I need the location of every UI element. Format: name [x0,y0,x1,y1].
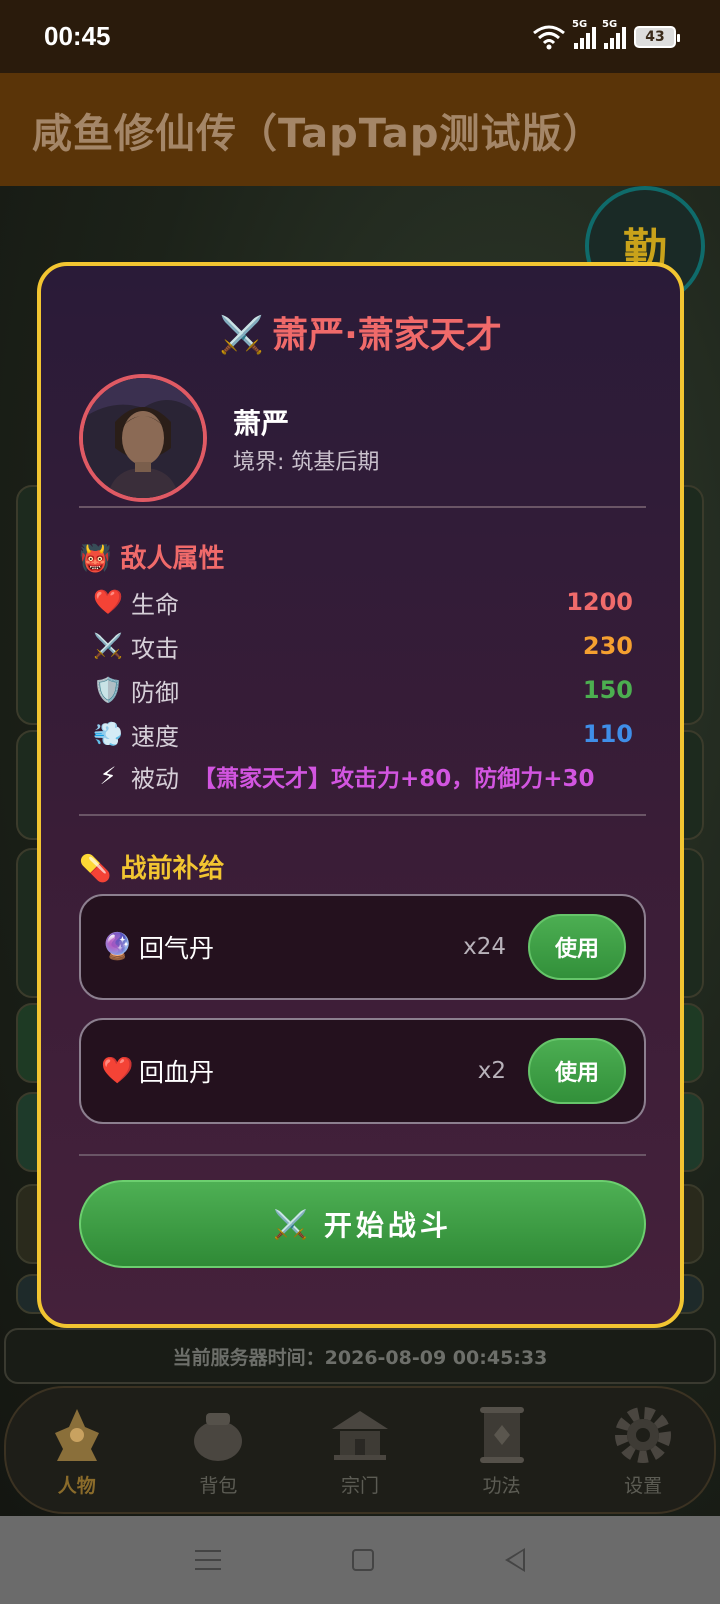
lightning-icon: ⚡ [99,762,117,790]
sect-icon [328,1403,392,1467]
enemy-name: 萧严 [233,407,290,440]
passive-skill-row: ⚡ 被动 【萧家天才】攻击力+80，防御力+30 [93,756,653,796]
cellular-signal-icon: 5G [572,19,596,49]
realm-label: 境界: [233,450,292,475]
network-type-label: 5G [602,18,618,30]
section-title-text: 敌人属性 [120,544,225,574]
character-icon [45,1403,109,1467]
stat-row-hp: ❤️ 生命 1200 [93,582,633,622]
pill-icon: 💊 [79,854,112,884]
stat-left: ❤️ 生命 [93,585,179,620]
crystal-ball-icon: 🔮 [101,932,134,962]
use-button[interactable]: 使用 [528,914,626,980]
stat-row-attack: ⚔️ 攻击 230 [93,626,633,666]
item-count: x2 [477,1058,506,1084]
nav-label: 背包 [199,1475,238,1497]
wind-icon: 💨 [93,720,123,748]
cellular-signal-icon: 5G [602,19,626,49]
use-button[interactable]: 使用 [528,1038,626,1104]
stat-label: 攻击 [131,634,179,663]
scroll-icon [470,1403,534,1467]
crossed-swords-icon: ⚔️ [93,632,123,660]
enemy-stats-title: 👹 敌人属性 [79,538,224,575]
nav-label: 功法 [482,1475,521,1497]
enemy-avatar [79,374,207,502]
stat-value: 150 [582,676,633,704]
nav-label: 宗门 [340,1475,379,1497]
modal-title: ⚔️ 萧严·萧家天才 [41,306,680,358]
server-time-bar: 当前服务器时间：2026-08-09 00:45:33 [4,1328,716,1384]
home-icon[interactable] [351,1549,374,1571]
crossed-swords-icon: ⚔️ [273,1207,312,1241]
system-icons: 5G 5G 43 [532,19,680,50]
gear-icon [611,1403,675,1467]
app-header: 咸鱼修仙传（TapTap测试版） [0,73,720,186]
stat-row-speed: 💨 速度 110 [93,714,633,754]
bag-icon [186,1403,250,1467]
recent-apps-icon[interactable] [195,1550,222,1570]
start-battle-label: 开始战斗 [323,1209,452,1242]
network-type-label: 5G [572,18,588,30]
heart-icon: ❤️ [101,1056,134,1086]
battery-level: 43 [645,28,665,45]
supply-title: 💊 战前补给 [79,848,224,885]
battery-icon: 43 [634,25,680,48]
oni-mask-icon: 👹 [79,544,112,574]
nav-item-sect[interactable]: 宗门 [300,1403,420,1498]
back-icon[interactable] [504,1548,525,1572]
passive-text: 【萧家天才】攻击力+80，防御力+30 [193,766,595,792]
status-bar: 00:45 5G 5G 43 [0,0,720,73]
stat-value: 230 [582,632,633,660]
passive-label: 被动 [131,764,179,793]
stat-label: 防御 [131,678,179,707]
item-name: 回气丹 [139,934,215,963]
app-title: 咸鱼修仙传（TapTap测试版） [32,110,604,157]
stat-label: 生命 [131,590,179,619]
stat-row-defense: 🛡️ 防御 150 [93,670,633,710]
stat-value: 1200 [566,588,633,616]
battle-modal: ⚔️ 萧严·萧家天才 萧严 境界: 筑基后期 👹 敌人属性 ❤️ 生命 1200 ⚔️ 攻… [37,262,684,1328]
stat-label: 速度 [131,722,179,751]
section-title-text: 战前补给 [120,854,225,884]
divider [79,1154,646,1156]
bottom-navigation: 人物 背包 宗门 功法 设置 [4,1386,716,1514]
divider [79,506,646,508]
heart-icon: ❤️ [93,588,123,616]
stat-value: 110 [582,720,633,748]
crossed-swords-icon: ⚔️ [219,315,265,356]
modal-title-text: 萧严·萧家天才 [272,315,502,356]
shield-icon: 🛡️ [93,676,123,704]
stat-left: ⚔️ 攻击 [93,629,179,664]
nav-item-technique[interactable]: 功法 [442,1403,562,1498]
item-count: x24 [463,934,506,960]
nav-item-settings[interactable]: 设置 [583,1403,703,1498]
nav-item-character[interactable]: 人物 [17,1403,137,1498]
nav-item-bag[interactable]: 背包 [158,1403,278,1498]
nav-label: 人物 [57,1475,96,1497]
wifi-icon [533,25,565,49]
system-navigation-bar [0,1516,720,1604]
server-time-text: 当前服务器时间：2026-08-09 00:45:33 [172,1346,548,1369]
item-name: 回血丹 [139,1058,215,1087]
status-clock: 00:45 [44,21,111,51]
stat-left: 🛡️ 防御 [93,673,179,708]
enemy-realm: 境界: 筑基后期 [233,444,379,476]
supply-item-qi-pill: 🔮 回气丹 x24 使用 [79,894,646,1000]
nav-label: 设置 [624,1475,663,1497]
supply-item-blood-pill: ❤️ 回血丹 x2 使用 [79,1018,646,1124]
realm-value: 筑基后期 [291,450,380,475]
start-battle-button[interactable]: ⚔️ 开始战斗 [79,1180,646,1268]
stat-left: 💨 速度 [93,717,179,752]
divider [79,814,646,816]
